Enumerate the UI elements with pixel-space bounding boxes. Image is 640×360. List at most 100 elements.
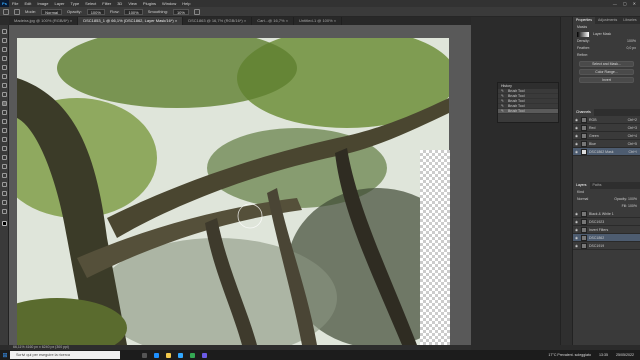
menu-type[interactable]: Type — [68, 1, 83, 6]
channel-row[interactable]: ◉ Red Ctrl+3 — [573, 124, 640, 132]
tab-dsc1853[interactable]: DSC1853_1 @ 66,1% (DSC1862, Layer Mask/1… — [78, 17, 184, 25]
brush-preset-icon[interactable] — [14, 8, 20, 15]
layer-row[interactable]: ◉ DSC1923 — [573, 218, 640, 226]
menu-select[interactable]: Select — [82, 1, 99, 6]
density-value[interactable]: 100% — [627, 38, 636, 45]
tab-adjustments[interactable]: Adjustments — [595, 17, 620, 24]
channel-row[interactable]: ◉ Blue Ctrl+5 — [573, 140, 640, 148]
pen-tool-icon[interactable] — [2, 164, 7, 169]
menu-window[interactable]: Window — [159, 1, 179, 6]
close-icon[interactable]: ✕ — [633, 1, 636, 6]
tab-paths[interactable]: Paths — [590, 182, 605, 189]
eye-icon[interactable]: ◉ — [575, 132, 578, 140]
channel-row[interactable]: ◉ Green Ctrl+4 — [573, 132, 640, 140]
photoshop-logo-icon: Ps — [0, 0, 9, 7]
opacity-input[interactable]: 100% — [86, 8, 105, 15]
eye-icon[interactable]: ◉ — [575, 148, 578, 156]
layer-row[interactable]: ◉ Invert Filters — [573, 226, 640, 234]
mode-select[interactable]: Normal — [41, 8, 63, 15]
tab-cart[interactable]: Cart...@ 16,7% × — [252, 17, 295, 25]
color-range-button[interactable]: Color Range... — [579, 69, 634, 75]
clock-date[interactable]: 25/05/2022 — [616, 353, 634, 357]
menu-plugins[interactable]: Plugins — [140, 1, 159, 6]
photoshop-taskbar-icon[interactable] — [178, 352, 183, 358]
eye-icon[interactable]: ◉ — [575, 210, 578, 218]
edge-icon[interactable] — [154, 352, 159, 358]
task-view-icon[interactable] — [142, 352, 147, 358]
minimize-icon[interactable]: — — [613, 1, 617, 6]
tab-untitled[interactable]: Untitled-1 @ 100% × — [294, 17, 343, 25]
healing-tool-icon[interactable] — [2, 92, 7, 97]
invert-button[interactable]: Invert — [579, 77, 634, 83]
layer-opacity[interactable]: Opacity: 100% — [614, 196, 637, 203]
eye-icon[interactable]: ◉ — [575, 116, 578, 124]
zoom-tool-icon[interactable] — [2, 209, 7, 214]
layer-row[interactable]: ◉ Black & White 1 — [573, 210, 640, 218]
layer-mask-label[interactable]: Layer Mask — [573, 31, 640, 38]
history-brush-tool-icon[interactable] — [2, 119, 7, 124]
menu-3d[interactable]: 3D — [114, 1, 125, 6]
feather-value[interactable]: 0,0 px — [626, 45, 636, 52]
foreground-color-swatch[interactable] — [2, 221, 7, 226]
maximize-icon[interactable]: ▢ — [623, 1, 627, 6]
fill-row: Fill: 100% — [573, 203, 640, 210]
teams-icon[interactable] — [202, 352, 207, 358]
tab-dsc1863[interactable]: DSC1863 @ 16,7% (RGB/16*) × — [183, 17, 253, 25]
marquee-tool-icon[interactable] — [2, 38, 7, 43]
tab-libraries[interactable]: Libraries — [620, 17, 639, 24]
home-icon[interactable] — [3, 8, 9, 15]
blur-tool-icon[interactable] — [2, 146, 7, 151]
gradient-tool-icon[interactable] — [2, 137, 7, 142]
path-selection-tool-icon[interactable] — [2, 182, 7, 187]
file-explorer-icon[interactable] — [166, 352, 171, 358]
windows-start-icon[interactable]: ⊞ — [0, 350, 10, 360]
shape-tool-icon[interactable] — [2, 191, 7, 196]
history-item-selected[interactable]: Brush Tool — [498, 109, 558, 114]
dodge-tool-icon[interactable] — [2, 155, 7, 160]
hand-tool-icon[interactable] — [2, 200, 7, 205]
clock-time[interactable]: 13:35 — [599, 353, 608, 357]
eye-icon[interactable]: ◉ — [575, 226, 578, 234]
eraser-tool-icon[interactable] — [2, 128, 7, 133]
blend-mode-select[interactable]: Normal — [577, 197, 588, 201]
taskbar-search-input[interactable]: Scrivi qui per eseguire la ricerca — [10, 351, 120, 359]
settings-icon[interactable] — [193, 8, 200, 15]
move-tool-icon[interactable] — [2, 29, 7, 34]
menu-help[interactable]: Help — [179, 1, 193, 6]
menu-image[interactable]: Image — [34, 1, 51, 6]
crop-tool-icon[interactable] — [2, 65, 7, 70]
eye-icon[interactable]: ◉ — [575, 140, 578, 148]
type-tool-icon[interactable] — [2, 173, 7, 178]
menu-edit[interactable]: Edit — [21, 1, 34, 6]
lasso-tool-icon[interactable] — [2, 47, 7, 52]
eye-icon[interactable]: ◉ — [575, 234, 578, 242]
eye-icon[interactable]: ◉ — [575, 218, 578, 226]
channel-row[interactable]: ◉ RGB Ctrl+2 — [573, 116, 640, 124]
menu-view[interactable]: View — [125, 1, 140, 6]
tab-channels[interactable]: Channels — [573, 109, 594, 116]
tab-madeira[interactable]: Madeira.jpg @ 100% (RGB/8*) × — [9, 17, 79, 25]
layer-row-selected[interactable]: ◉ DSC1862 — [573, 234, 640, 242]
chrome-icon[interactable] — [190, 352, 195, 358]
canvas-area[interactable] — [9, 25, 471, 345]
kind-filter[interactable]: Kind — [577, 190, 584, 194]
menu-filter[interactable]: Filter — [99, 1, 114, 6]
brush-tool-icon[interactable] — [2, 101, 7, 106]
eye-icon[interactable]: ◉ — [575, 124, 578, 132]
layer-row[interactable]: ◉ DSC1919 — [573, 242, 640, 250]
eye-icon[interactable]: ◉ — [575, 242, 578, 250]
menu-file[interactable]: File — [9, 1, 21, 6]
tab-layers[interactable]: Layers — [573, 182, 590, 189]
flow-input[interactable]: 100% — [124, 8, 143, 15]
clone-stamp-tool-icon[interactable] — [2, 110, 7, 115]
layer-fill[interactable]: Fill: 100% — [622, 203, 637, 210]
select-and-mask-button[interactable]: Select and Mask... — [579, 61, 634, 67]
frame-tool-icon[interactable] — [2, 74, 7, 79]
weather-status[interactable]: 17°C Prevalent. soleggiato — [548, 353, 591, 357]
menu-layer[interactable]: Layer — [51, 1, 67, 6]
tab-properties[interactable]: Properties — [573, 17, 595, 24]
channel-row-selected[interactable]: ◉ DSC1862 Mask Ctrl+\ — [573, 148, 640, 156]
smoothing-input[interactable]: 10% — [172, 8, 189, 15]
quick-select-tool-icon[interactable] — [2, 56, 7, 61]
eyedropper-tool-icon[interactable] — [2, 83, 7, 88]
